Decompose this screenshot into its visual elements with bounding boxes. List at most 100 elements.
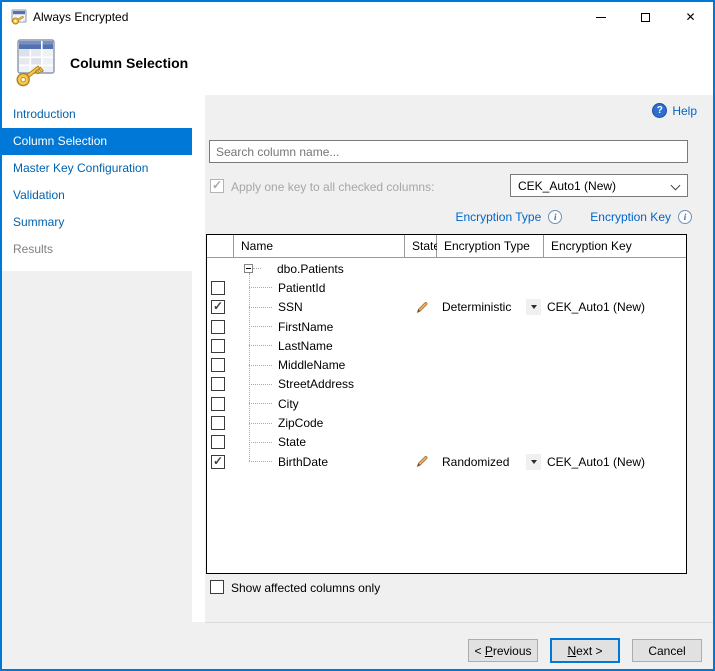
tree-dots	[249, 384, 272, 385]
tree-guide-line	[249, 273, 250, 461]
titlebar: Always Encrypted ✕	[2, 2, 713, 32]
table-row[interactable]: PatientId	[207, 278, 686, 297]
help-icon: ?	[652, 103, 667, 118]
chevron-down-icon	[671, 181, 681, 191]
minimize-icon	[596, 17, 606, 18]
tree-dots	[249, 326, 272, 327]
nav-item-column-selection[interactable]: Column Selection	[2, 128, 192, 155]
tree-dots	[249, 403, 272, 404]
tree-dots	[249, 423, 272, 424]
pencil-icon	[415, 455, 428, 468]
footer-divider	[205, 622, 713, 623]
table-key-icon-large	[10, 38, 58, 88]
cek-dropdown[interactable]: CEK_Auto1 (New)	[510, 174, 688, 197]
pencil-icon	[415, 301, 428, 314]
apply-one-key-checkbox[interactable]	[210, 179, 224, 193]
table-key-icon	[11, 9, 27, 25]
table-row[interactable]: SSN Deterministic CEK_Auto1 (New)	[207, 298, 686, 317]
column-help-links: Encryption Type i Encryption Key i	[205, 208, 692, 226]
nav-item-validation[interactable]: Validation	[2, 182, 192, 209]
column-name: ZipCode	[278, 416, 323, 430]
column-name: State	[278, 435, 306, 449]
group-name-cell: dbo.Patients	[234, 259, 405, 278]
table-row[interactable]: City	[207, 394, 686, 413]
window-title: Always Encrypted	[33, 10, 128, 24]
show-affected-columns-checkbox[interactable]	[210, 580, 224, 594]
nav-item-summary[interactable]: Summary	[2, 209, 192, 236]
column-name: PatientId	[278, 281, 325, 295]
help-link[interactable]: ? Help	[652, 103, 697, 118]
header-encryption-key: Encryption Key	[544, 235, 686, 257]
column-name: BirthDate	[278, 455, 328, 469]
encryption-type-info-icon[interactable]: i	[548, 210, 562, 224]
encryption-type-link[interactable]: Encryption Type	[455, 210, 541, 224]
table-rows: dbo.Patients PatientId	[207, 258, 686, 471]
tree-dots	[249, 345, 272, 346]
tree-dots	[249, 461, 272, 462]
column-name: MiddleName	[278, 358, 345, 372]
column-checkbox[interactable]	[211, 281, 225, 295]
dropdown-arrow-icon	[531, 305, 537, 309]
minimize-button[interactable]	[578, 2, 623, 32]
column-checkbox[interactable]	[211, 455, 225, 469]
close-icon: ✕	[685, 10, 695, 24]
next-button[interactable]: Next >	[550, 638, 620, 663]
table-row[interactable]: ZipCode	[207, 413, 686, 432]
header-checkbox-column	[207, 235, 234, 257]
wizard-footer: < Previous Next > Cancel	[2, 622, 713, 669]
nav-item-results[interactable]: Results	[2, 236, 192, 263]
cancel-button[interactable]: Cancel	[632, 639, 702, 662]
encryption-type-value: Deterministic	[442, 300, 511, 314]
table-row[interactable]: FirstName	[207, 317, 686, 336]
tree-dots	[253, 268, 261, 269]
nav-content-separator	[192, 95, 205, 622]
show-affected-columns-label: Show affected columns only	[231, 581, 380, 595]
columns-table-header: Name State Encryption Type Encryption Ke…	[207, 235, 686, 258]
close-button[interactable]: ✕	[668, 2, 713, 32]
nav-item-master-key-configuration[interactable]: Master Key Configuration	[2, 155, 192, 182]
tree-dots	[249, 442, 272, 443]
encryption-type-value: Randomized	[442, 455, 509, 469]
column-name: StreetAddress	[278, 377, 354, 391]
table-row[interactable]: BirthDate Randomized CEK_Auto1 (New)	[207, 452, 686, 471]
tree-dots	[249, 307, 272, 308]
encryption-key-link[interactable]: Encryption Key	[590, 210, 671, 224]
page-header: Column Selection	[2, 32, 713, 95]
cek-dropdown-value: CEK_Auto1 (New)	[518, 179, 616, 193]
table-row[interactable]: State	[207, 433, 686, 452]
group-label: dbo.Patients	[277, 262, 344, 276]
table-row[interactable]: MiddleName	[207, 355, 686, 374]
nav-item-introduction[interactable]: Introduction	[2, 101, 192, 128]
encryption-key-value: CEK_Auto1 (New)	[544, 300, 686, 314]
search-column-input[interactable]	[209, 140, 688, 163]
maximize-icon	[641, 13, 650, 22]
table-row[interactable]: LastName	[207, 336, 686, 355]
header-encryption-type: Encryption Type	[437, 235, 544, 257]
column-checkbox[interactable]	[211, 358, 225, 372]
encryption-key-info-icon[interactable]: i	[678, 210, 692, 224]
column-checkbox[interactable]	[211, 300, 225, 314]
column-checkbox[interactable]	[211, 377, 225, 391]
column-selection-content: ? Help Apply one key to all checked colu…	[205, 95, 713, 622]
encryption-type-dropdown-button[interactable]	[526, 299, 541, 315]
collapse-expander-icon[interactable]	[244, 264, 253, 273]
page-title: Column Selection	[70, 55, 188, 71]
column-checkbox[interactable]	[211, 416, 225, 430]
help-label: Help	[672, 104, 697, 118]
encryption-type-dropdown-button[interactable]	[526, 454, 541, 470]
previous-button[interactable]: < Previous	[468, 639, 538, 662]
column-checkbox[interactable]	[211, 339, 225, 353]
columns-table: Name State Encryption Type Encryption Ke…	[206, 234, 687, 574]
column-name: FirstName	[278, 320, 333, 334]
column-checkbox[interactable]	[211, 435, 225, 449]
tree-dots	[249, 365, 272, 366]
table-row[interactable]: StreetAddress	[207, 375, 686, 394]
wizard-steps-nav: Introduction Column Selection Master Key…	[2, 101, 192, 263]
header-state: State	[405, 235, 437, 257]
column-checkbox[interactable]	[211, 397, 225, 411]
encryption-key-value: CEK_Auto1 (New)	[544, 455, 686, 469]
maximize-button[interactable]	[623, 2, 668, 32]
column-checkbox[interactable]	[211, 320, 225, 334]
wizard-body: Introduction Column Selection Master Key…	[2, 95, 713, 622]
column-name: LastName	[278, 339, 333, 353]
